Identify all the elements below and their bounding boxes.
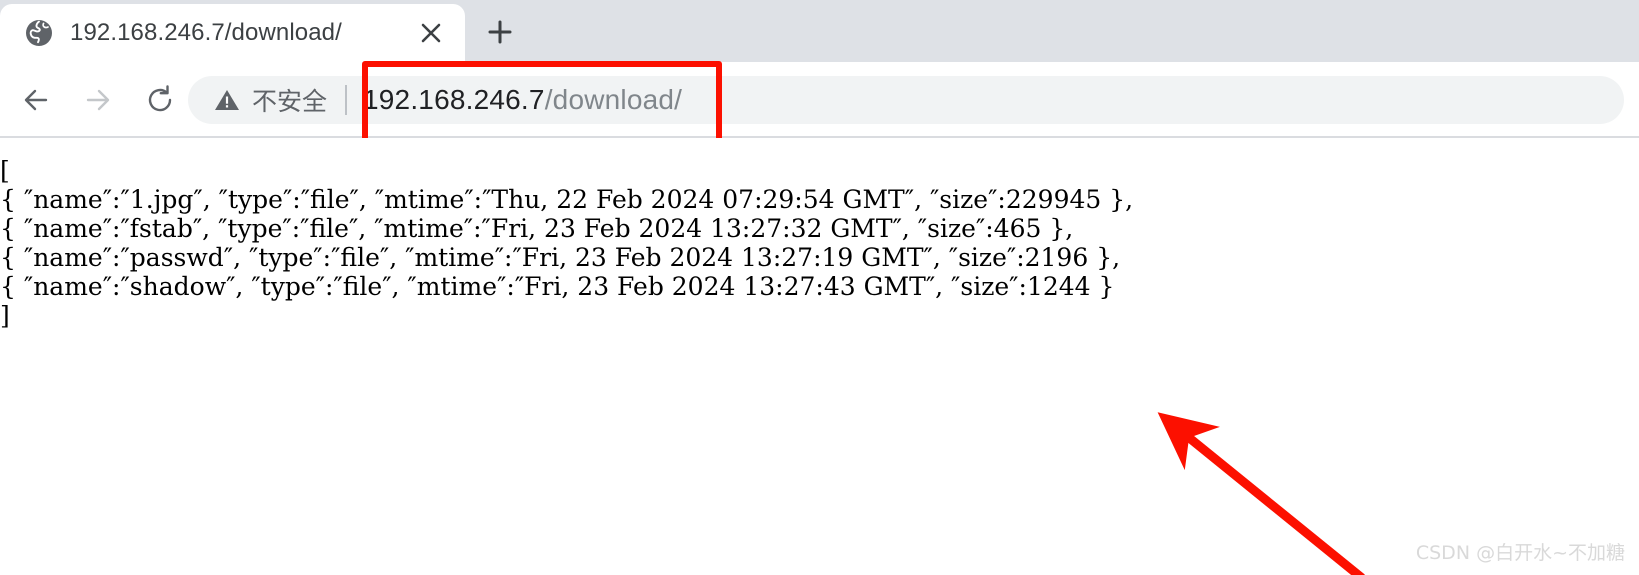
warning-triangle-icon: [215, 90, 239, 110]
back-button[interactable]: [8, 72, 64, 128]
tab-title: 192.168.246.7/download/: [70, 19, 342, 46]
url-text[interactable]: 192.168.246.7/download/: [363, 84, 682, 116]
plus-icon: [488, 20, 512, 44]
site-security-chip[interactable]: 不安全: [214, 82, 327, 118]
arrow-right-icon: [86, 89, 110, 111]
url-path: /download/: [544, 84, 683, 115]
address-bar[interactable]: 不安全 192.168.246.7/download/: [188, 76, 1624, 124]
url-host: 192.168.246.7: [363, 84, 545, 115]
reload-button[interactable]: [132, 72, 188, 128]
globe-icon: [26, 20, 52, 46]
forward-button[interactable]: [70, 72, 126, 128]
new-tab-button[interactable]: [476, 10, 524, 54]
tab-strip: 192.168.246.7/download/: [0, 0, 1639, 62]
omnibox-divider: [345, 85, 348, 115]
browser-toolbar: 不安全 192.168.246.7/download/: [0, 62, 1639, 138]
json-listing: [ { ″name″:″1.jpg″, ″type″:″file″, ″mtim…: [0, 156, 1134, 330]
reload-icon: [148, 85, 172, 112]
browser-window: 192.168.246.7/download/ 不安全 192.168.246.…: [0, 0, 1639, 575]
arrow-left-icon: [24, 89, 48, 111]
page-content: [ { ″name″:″1.jpg″, ″type″:″file″, ″mtim…: [0, 138, 1639, 575]
security-label: 不安全: [252, 88, 328, 116]
browser-tab[interactable]: 192.168.246.7/download/: [0, 4, 465, 62]
watermark-text: CSDN @白开水~不加糖: [1415, 542, 1625, 564]
red-pointer-arrow: [1157, 412, 1365, 575]
close-icon[interactable]: [413, 15, 449, 51]
